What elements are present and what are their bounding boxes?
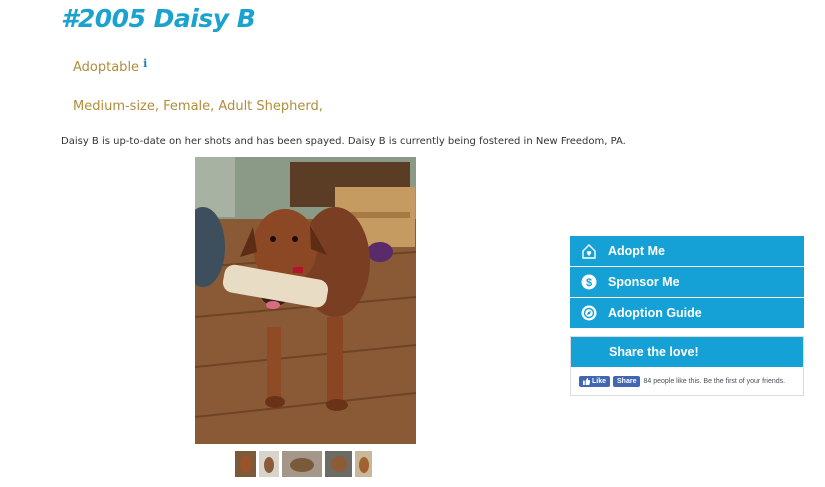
- page-title: #2005 Daisy B: [61, 4, 256, 33]
- photo-thumbnails: [235, 451, 372, 477]
- thumbnail-2[interactable]: [259, 451, 279, 477]
- thumbnail-4[interactable]: [325, 451, 352, 477]
- facebook-widget: Like Share 84 people like this. Be the f…: [571, 367, 803, 395]
- main-photo[interactable]: [195, 157, 416, 444]
- share-box: Share the love! Like Share 84 people lik…: [570, 336, 804, 396]
- info-icon[interactable]: i: [143, 57, 147, 70]
- compass-icon: [570, 305, 608, 321]
- action-panel: Adopt Me $ Sponsor Me Adoption Guide Sha…: [570, 236, 804, 396]
- pet-description: Daisy B is up-to-date on her shots and h…: [61, 136, 626, 147]
- dog-photo-illustration: [195, 157, 416, 444]
- adopt-me-button[interactable]: Adopt Me: [570, 236, 804, 267]
- svg-text:$: $: [586, 277, 592, 289]
- adopt-me-label: Adopt Me: [608, 244, 665, 258]
- sponsor-me-button[interactable]: $ Sponsor Me: [570, 267, 804, 298]
- adoption-status: Adoptable i: [73, 57, 147, 75]
- thumbnail-5[interactable]: [355, 451, 372, 477]
- share-title: Share the love!: [571, 337, 803, 367]
- pet-attributes: Medium-size, Female, Adult Shepherd,: [73, 99, 323, 114]
- thumbnail-3[interactable]: [282, 451, 322, 477]
- house-heart-icon: [570, 243, 608, 259]
- facebook-like-count: 84 people like this. Be the first of you…: [643, 378, 786, 385]
- dollar-icon: $: [570, 274, 608, 290]
- facebook-like-button[interactable]: Like: [579, 376, 611, 387]
- thumbs-up-icon: [583, 378, 590, 385]
- sponsor-me-label: Sponsor Me: [608, 275, 680, 289]
- adoption-guide-button[interactable]: Adoption Guide: [570, 298, 804, 329]
- adoption-guide-label: Adoption Guide: [608, 306, 702, 320]
- thumbnail-1[interactable]: [235, 451, 256, 477]
- status-label: Adoptable: [73, 60, 140, 75]
- facebook-share-button[interactable]: Share: [613, 376, 641, 387]
